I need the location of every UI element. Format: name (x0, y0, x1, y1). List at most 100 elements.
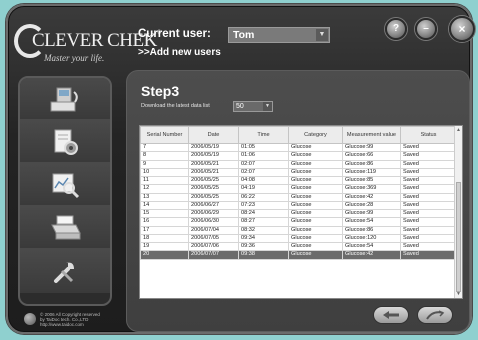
home-button[interactable] (417, 306, 453, 324)
table-cell: 17 (140, 225, 189, 235)
column-header[interactable]: Date (188, 126, 239, 144)
help-button[interactable]: ? (385, 18, 407, 40)
table-cell: Glucose:120 (342, 233, 401, 244)
table-cell: Glucose:54 (342, 217, 401, 227)
download-count-value: 50 (236, 103, 244, 110)
table-cell: 19 (140, 241, 189, 252)
column-header[interactable]: Measurement value (342, 126, 401, 144)
table-cell: Glucose:86 (342, 225, 401, 235)
printer-icon (51, 215, 81, 239)
table-row[interactable]: 19 2006/07/06 09:36 Glucose Glucose:54 Saved (140, 241, 457, 252)
globe-icon (24, 313, 36, 325)
table-cell: Glucose:66 (342, 151, 401, 161)
sidebar-item-data[interactable] (20, 164, 110, 207)
table-cell: 14 (140, 200, 189, 211)
table-cell: 10 (140, 167, 189, 178)
table-row[interactable]: 16 2006/06/30 08:27 Glucose Glucose:54 Saved (140, 217, 457, 227)
meter-transfer-icon (50, 87, 78, 111)
table-row[interactable]: 7 2006/05/19 01:05 Glucose Glucose:99 Saved (140, 142, 457, 153)
column-header[interactable]: Category (288, 126, 343, 144)
table-cell: 07:23 (238, 200, 289, 211)
download-count-select[interactable]: 50 ▼ (233, 101, 273, 112)
table-cell: 2006/07/05 (188, 233, 239, 244)
sidebar-item-transfer[interactable] (20, 78, 110, 121)
current-user-select[interactable]: Tom ▼ (228, 27, 330, 43)
brand-logo: CLEVER CHEK® Master your life. (14, 22, 161, 72)
logo-tagline: Master your life. (44, 53, 105, 63)
table-cell: Glucose (288, 184, 343, 194)
sidebar-item-settings[interactable] (20, 121, 110, 164)
main-panel: Step3 Download the latest data list 50 ▼… (126, 70, 470, 332)
close-button[interactable]: × (449, 16, 475, 42)
table-cell: 9 (140, 159, 189, 169)
table-cell: 04:08 (238, 175, 289, 186)
scrollbar-thumb[interactable] (456, 182, 461, 292)
table-row[interactable]: 12 2006/05/25 04:19 Glucose Glucose:369 Saved (140, 184, 457, 194)
table-cell: Glucose (288, 142, 343, 153)
table-cell: Glucose (288, 159, 343, 169)
table-cell: Saved (400, 167, 457, 178)
table-row[interactable]: 18 2006/07/05 09:34 Glucose Glucose:120 Saved (140, 233, 457, 244)
sidebar-item-tools[interactable] (20, 250, 110, 293)
table-row[interactable]: 10 2006/05/21 02:07 Glucose Glucose:119 Saved (140, 167, 457, 178)
settings-document-icon (54, 129, 78, 155)
table-row[interactable]: 17 2006/07/04 08:32 Glucose Glucose:86 Saved (140, 225, 457, 235)
table-cell: 02:07 (238, 159, 289, 169)
table-cell: 12 (140, 184, 189, 194)
table-cell: Glucose (288, 208, 343, 219)
table-cell: Glucose (288, 217, 343, 227)
table-cell: Glucose (288, 151, 343, 161)
table-cell: Glucose (288, 167, 343, 178)
table-row[interactable]: 14 2006/06/27 07:23 Glucose Glucose:28 Saved (140, 200, 457, 211)
table-cell: Saved (400, 217, 457, 227)
table-cell: Saved (400, 200, 457, 211)
table-cell: 2006/06/30 (188, 217, 239, 227)
table-cell: 2006/05/25 (188, 192, 239, 202)
column-header[interactable]: Serial Number (140, 126, 189, 144)
table-cell: Glucose:369 (342, 184, 401, 194)
column-header[interactable]: Status (400, 126, 457, 144)
table-cell: 2006/07/07 (188, 250, 239, 260)
table-cell: 2006/05/19 (188, 142, 239, 153)
column-header[interactable]: Time (238, 126, 289, 144)
table-scrollbar[interactable]: ▲ ▼ (454, 126, 462, 298)
chevron-down-icon: ▼ (263, 102, 272, 111)
table-row[interactable]: 13 2006/05/25 06:22 Glucose Glucose:42 Saved (140, 192, 457, 202)
scroll-up-icon[interactable]: ▲ (455, 126, 462, 134)
table-row[interactable]: 11 2006/05/25 04:08 Glucose Glucose:85 Saved (140, 175, 457, 186)
table-cell: 08:32 (238, 225, 289, 235)
minimize-button[interactable]: – (415, 18, 437, 40)
table-cell: 2006/05/19 (188, 151, 239, 161)
table-cell: Glucose (288, 175, 343, 186)
table-row[interactable]: 15 2006/06/29 08:24 Glucose Glucose:99 Saved (140, 208, 457, 219)
table-cell: 08:24 (238, 208, 289, 219)
table-cell: Glucose:42 (342, 192, 401, 202)
add-new-users-link[interactable]: >>Add new users (138, 47, 221, 58)
table-cell: Glucose:85 (342, 175, 401, 186)
table-cell: 2006/06/29 (188, 208, 239, 219)
scroll-down-icon[interactable]: ▼ (455, 290, 462, 298)
table-cell: 02:07 (238, 167, 289, 178)
table-cell: Saved (400, 159, 457, 169)
table-cell: Glucose:119 (342, 167, 401, 178)
table-cell: 2006/05/21 (188, 159, 239, 169)
table-cell: Saved (400, 142, 457, 153)
table-row[interactable]: 9 2006/05/21 02:07 Glucose Glucose:86 Saved (140, 159, 457, 169)
table-cell: Saved (400, 233, 457, 244)
table-cell: Saved (400, 192, 457, 202)
table-cell: 09:34 (238, 233, 289, 244)
sidebar-item-print[interactable] (20, 207, 110, 250)
sidebar (18, 76, 112, 306)
table-cell: 04:19 (238, 184, 289, 194)
table-row[interactable]: 20 2006/07/07 09:38 Glucose Glucose:42 Saved (140, 250, 457, 260)
table-cell: Glucose (288, 200, 343, 211)
data-table: Serial Number Date Time Category Measure… (139, 125, 463, 299)
table-cell: Glucose (288, 241, 343, 252)
table-row[interactable]: 8 2006/05/19 01:06 Glucose Glucose:66 Saved (140, 151, 457, 161)
back-button[interactable] (373, 306, 409, 324)
table-cell: Saved (400, 184, 457, 194)
table-cell: 2006/07/04 (188, 225, 239, 235)
table-cell: Saved (400, 208, 457, 219)
website-link[interactable]: http://www.taidoc.com (40, 322, 124, 327)
table-cell: Saved (400, 225, 457, 235)
